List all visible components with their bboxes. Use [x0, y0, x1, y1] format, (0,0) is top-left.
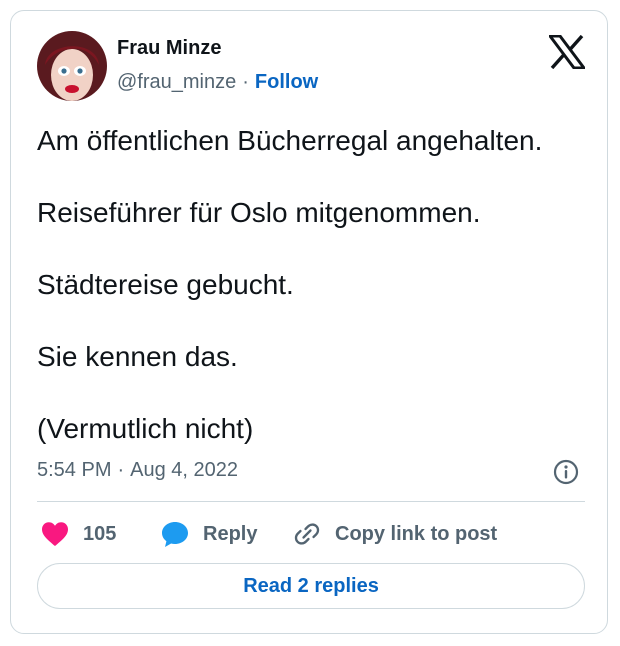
like-button[interactable]: 105	[41, 519, 116, 549]
copy-link-button[interactable]: Copy link to post	[293, 519, 497, 549]
avatar[interactable]	[37, 31, 107, 101]
follow-link[interactable]: Follow	[255, 71, 318, 93]
tweet-text: Am öffentlichen Bücherregal angehalten. …	[37, 123, 597, 447]
tweet-paragraph: Reiseführer für Oslo mitgenommen.	[37, 197, 481, 228]
reply-button[interactable]: Reply	[161, 519, 257, 549]
tweet-paragraph: Sie kennen das.	[37, 341, 238, 372]
speech-bubble-icon	[162, 522, 188, 547]
read-replies-button[interactable]: Read 2 replies	[37, 563, 585, 609]
link-icon	[294, 523, 320, 545]
info-icon[interactable]	[553, 459, 579, 485]
tweet-date: Aug 4, 2022	[130, 459, 239, 481]
read-replies-label: Read 2 replies	[243, 574, 379, 597]
tweet-paragraph: (Vermutlich nicht)	[37, 413, 254, 444]
avatar-image	[37, 31, 107, 101]
tweet-paragraph: Städtereise gebucht.	[37, 269, 294, 300]
tweet-time: 5:54 PM	[37, 459, 112, 481]
tweet-card: Frau Minze @frau_minze · Follow Am öffentl…	[10, 10, 608, 634]
handle-separator: ·	[242, 71, 249, 93]
author-handle[interactable]: @frau_minze	[117, 71, 236, 93]
divider	[37, 501, 585, 502]
timestamp-separator: ·	[117, 459, 125, 481]
x-logo-icon[interactable]	[547, 34, 587, 70]
author-name[interactable]: Frau Minze	[117, 37, 221, 60]
like-count: 105	[83, 522, 117, 545]
heart-icon	[42, 522, 68, 546]
tweet-timestamp[interactable]: 5:54 PM · Aug 4, 2022	[37, 459, 238, 482]
copy-link-label: Copy link to post	[335, 522, 498, 545]
tweet-paragraph: Am öffentlichen Bücherregal angehalten.	[37, 125, 543, 156]
author-handle-row: @frau_minze · Follow	[117, 71, 318, 94]
reply-label: Reply	[203, 522, 258, 545]
